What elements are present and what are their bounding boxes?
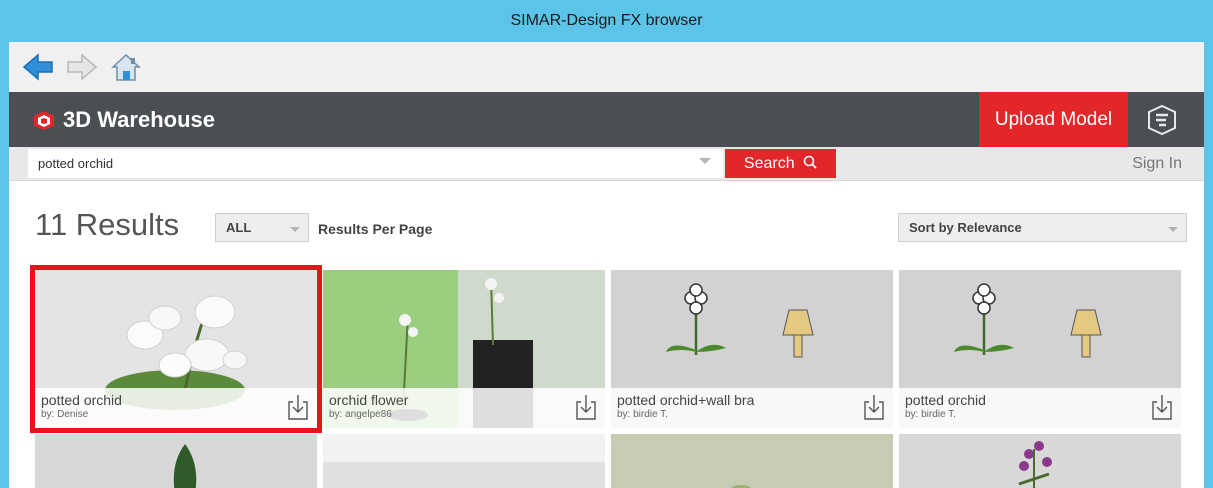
download-icon[interactable] — [1151, 393, 1173, 421]
results-per-page-label: Results Per Page — [318, 221, 433, 237]
warehouse-logo-icon — [34, 110, 54, 130]
card-title[interactable]: potted orchid+wall bra — [617, 392, 754, 408]
upload-model-button[interactable]: Upload Model — [979, 92, 1128, 147]
sketchup-menu-icon[interactable] — [1144, 102, 1180, 138]
search-bar: Search Sign In — [9, 147, 1204, 181]
sign-in-link[interactable]: Sign In — [1132, 147, 1182, 180]
back-arrow-icon[interactable] — [21, 50, 55, 84]
site-header: 3D Warehouse Upload Model — [9, 92, 1204, 147]
download-icon[interactable] — [575, 393, 597, 421]
filter-value: ALL — [226, 220, 252, 235]
download-icon[interactable] — [863, 393, 885, 421]
result-card[interactable] — [899, 434, 1181, 488]
chevron-down-icon — [1168, 227, 1178, 232]
card-author[interactable]: by: birdie T. — [905, 409, 956, 420]
forward-arrow-icon[interactable] — [65, 50, 99, 84]
filter-select[interactable]: ALL — [215, 213, 309, 242]
sort-select[interactable]: Sort by Relevance — [898, 213, 1187, 242]
sort-value: Sort by Relevance — [909, 220, 1022, 235]
card-author[interactable]: by: birdie T. — [617, 409, 668, 420]
card-info: potted orchid+wall bra by: birdie T. — [611, 388, 893, 428]
site-logo[interactable]: 3D Warehouse — [31, 92, 215, 147]
search-button[interactable]: Search — [725, 149, 836, 178]
window-title: SIMAR-Design FX browser — [0, 0, 1213, 42]
result-card[interactable]: orchid flower by: angelpe86 — [323, 270, 605, 428]
home-icon[interactable] — [109, 50, 143, 84]
model-thumbnail — [731, 485, 751, 488]
card-info: orchid flower by: angelpe86 — [323, 388, 605, 428]
brand-name: 3D Warehouse — [63, 106, 216, 132]
results-area: 11 Results ALL Results Per Page Sort by … — [9, 181, 1204, 488]
search-button-label: Search — [743, 155, 795, 172]
search-icon — [803, 155, 817, 169]
nav-toolbar — [9, 42, 1204, 92]
selection-highlight — [30, 265, 322, 433]
browser-window: 3D Warehouse Upload Model Search Sign In… — [9, 42, 1204, 488]
chevron-down-icon[interactable] — [699, 158, 711, 164]
results-count: 11 Results — [35, 207, 180, 242]
search-input[interactable] — [28, 149, 723, 178]
model-thumbnail — [323, 434, 605, 462]
result-card[interactable] — [35, 434, 317, 488]
model-thumbnail — [1018, 441, 1052, 488]
card-info: potted orchid by: birdie T. — [899, 388, 1181, 428]
result-card[interactable]: potted orchid by: birdie T. — [899, 270, 1181, 428]
card-author[interactable]: by: angelpe86 — [329, 409, 392, 420]
chevron-down-icon — [290, 227, 300, 232]
model-thumbnail — [173, 444, 197, 488]
result-card[interactable] — [611, 434, 893, 488]
card-title[interactable]: potted orchid — [905, 392, 986, 408]
card-title[interactable]: orchid flower — [329, 392, 408, 408]
result-card[interactable] — [323, 434, 605, 488]
result-card[interactable]: potted orchid+wall bra by: birdie T. — [611, 270, 893, 428]
